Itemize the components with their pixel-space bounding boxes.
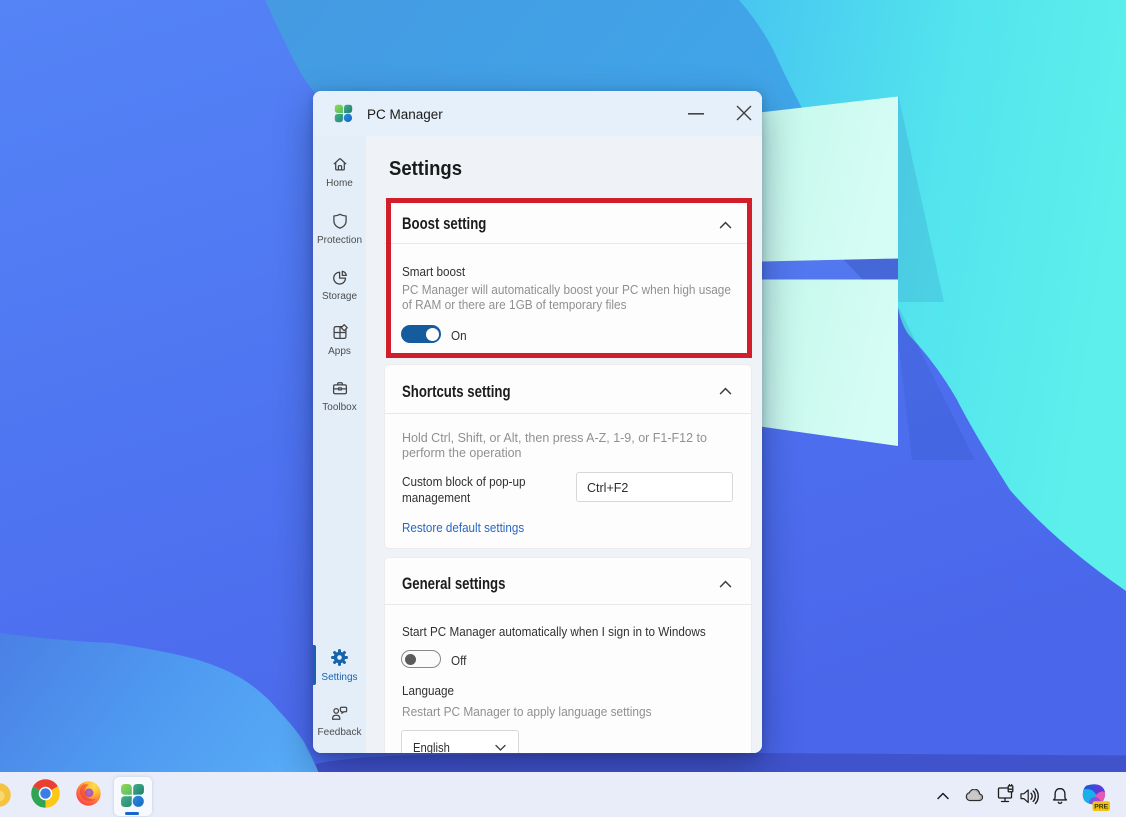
svg-text:PRE: PRE — [1094, 803, 1108, 810]
